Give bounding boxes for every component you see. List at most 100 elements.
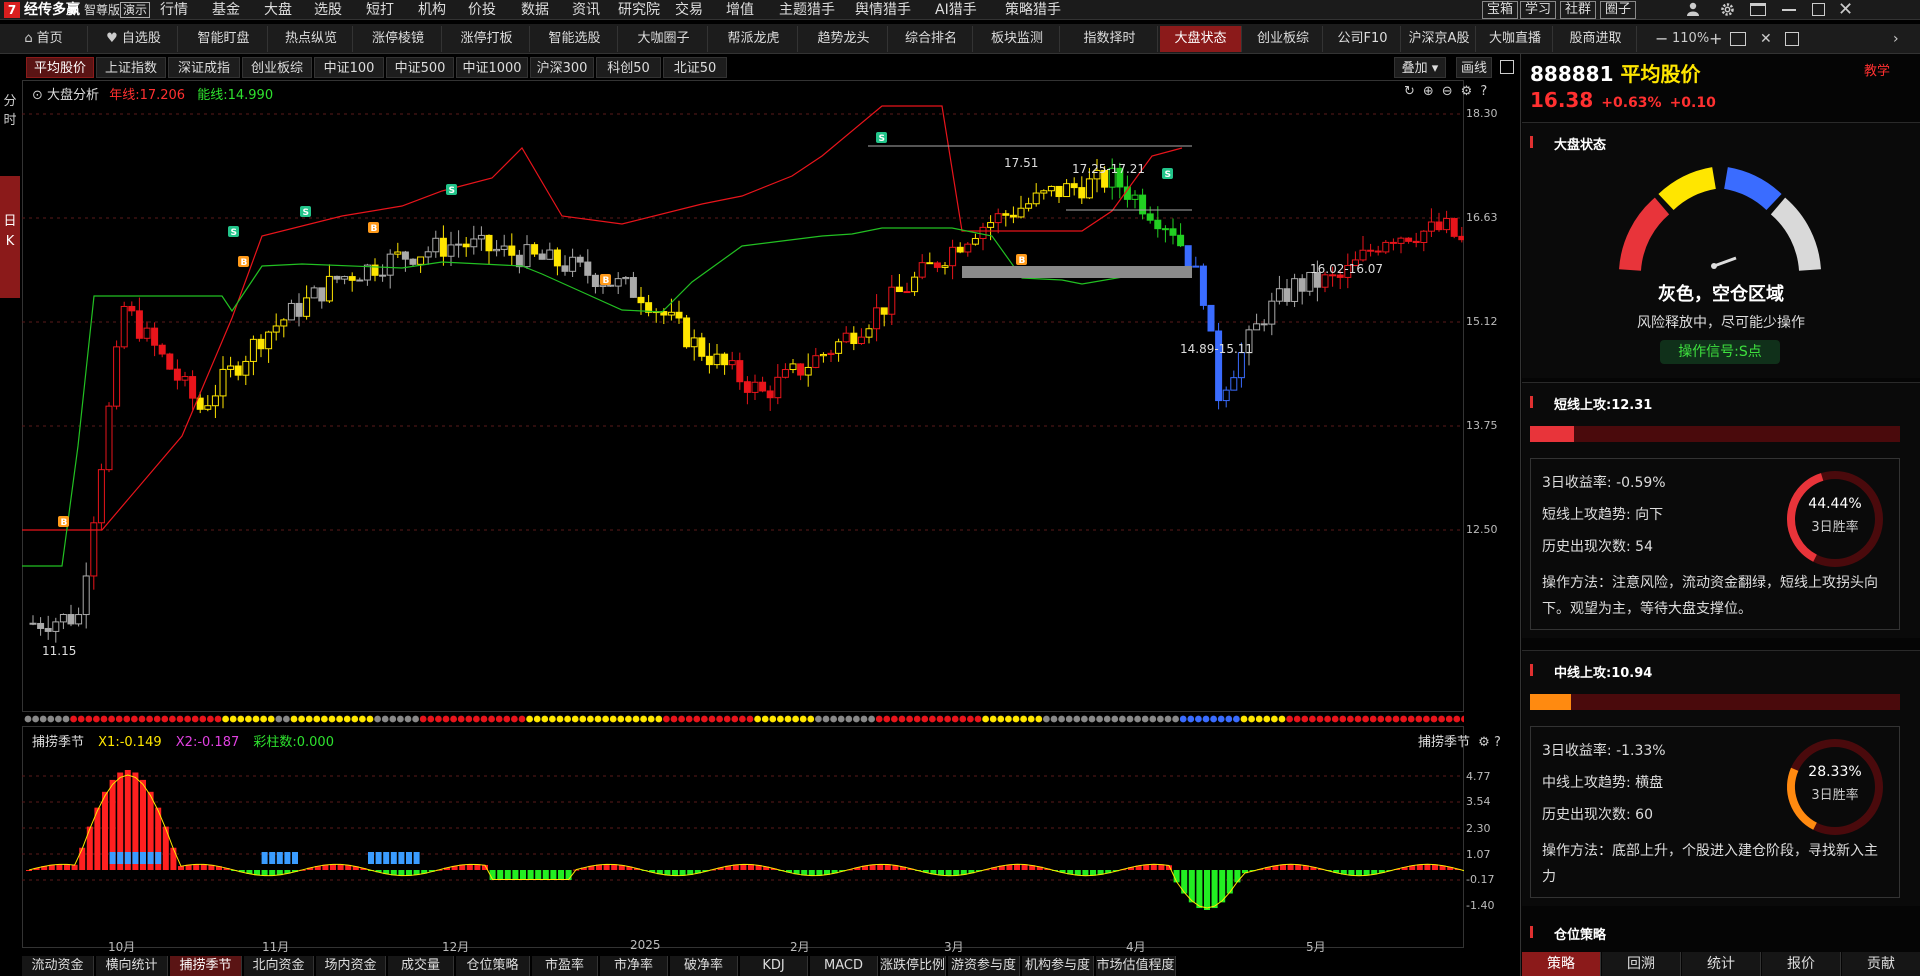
tab-item[interactable]: 智能盯盘 xyxy=(180,26,268,52)
menu-item[interactable]: 主题猎手 xyxy=(779,0,835,20)
fenshi-tab[interactable]: 分时 xyxy=(0,92,20,136)
menu-item[interactable]: 数据 xyxy=(521,0,549,20)
index-tab[interactable]: 科创50 xyxy=(596,57,661,78)
menu-item[interactable]: 选股 xyxy=(314,0,342,20)
indicator-tab[interactable]: 游资参与度 xyxy=(948,956,1020,976)
rik-tab[interactable]: 日K xyxy=(0,176,20,298)
tab-item[interactable]: 股商进取 xyxy=(1555,26,1637,52)
status-dot xyxy=(1369,715,1377,723)
candlestick xyxy=(1047,185,1055,197)
tab-item[interactable]: 大咖直播 xyxy=(1478,26,1553,52)
close-tab-icon[interactable]: ✕ xyxy=(1760,24,1772,54)
menu-item[interactable]: 基金 xyxy=(212,0,240,20)
indicator-tab[interactable]: 流动资金 xyxy=(22,956,94,976)
indicator-tab[interactable]: 破净率 xyxy=(670,956,738,976)
index-tab[interactable]: 北证50 xyxy=(663,57,727,78)
indicator-tab[interactable]: MACD xyxy=(810,956,878,976)
tab-item[interactable]: 创业板综 xyxy=(1244,26,1323,52)
minimize-icon[interactable] xyxy=(1782,9,1796,11)
tab-item[interactable]: 综合排名 xyxy=(890,26,973,52)
panel-tab[interactable]: 统计 xyxy=(1682,952,1761,976)
status-dot xyxy=(389,715,397,723)
menu-box-button[interactable]: 圈子 xyxy=(1600,1,1637,19)
panel-tab[interactable]: 策略 xyxy=(1522,952,1601,976)
tab-item[interactable]: 涨停打板 xyxy=(444,26,530,52)
index-tab[interactable]: 中证500 xyxy=(386,57,454,78)
panel-tab[interactable]: 回溯 xyxy=(1602,952,1681,976)
indicator-tab[interactable]: 北向资金 xyxy=(244,956,314,976)
menu-item[interactable]: 机构 xyxy=(418,0,446,20)
gear-icon[interactable] xyxy=(1720,2,1735,17)
menu-item[interactable]: 策略猎手 xyxy=(1005,0,1061,20)
tab-item[interactable]: 趋势龙头 xyxy=(800,26,888,52)
menu-box-button[interactable]: 学习 xyxy=(1520,1,1557,19)
overlay-dropdown[interactable]: 叠加 ▾ xyxy=(1394,57,1446,78)
zoom-in-icon[interactable]: + xyxy=(1709,24,1722,54)
indicator-tab[interactable]: 市盈率 xyxy=(532,956,598,976)
close-icon[interactable]: ✕ xyxy=(1838,0,1853,20)
user-icon[interactable] xyxy=(1686,2,1700,16)
tab-item[interactable]: 公司F10 xyxy=(1325,26,1401,52)
menu-item[interactable]: 大盘 xyxy=(264,0,292,20)
menu-item[interactable]: AI猎手 xyxy=(935,0,977,20)
maximize-icon[interactable] xyxy=(1812,3,1825,16)
menu-item[interactable]: 研究院 xyxy=(618,0,660,20)
menu-item[interactable]: 舆情猎手 xyxy=(855,0,911,20)
index-tab[interactable]: 平均股价 xyxy=(26,57,94,78)
indicator-tab[interactable]: 涨跌停比例 xyxy=(880,956,946,976)
teach-link[interactable]: 教学 xyxy=(1864,60,1890,79)
tab-item[interactable]: ⌂ 首页 xyxy=(0,26,88,52)
menu-item[interactable]: 行情 xyxy=(160,0,188,20)
indicator-tab[interactable]: 市场估值程度 xyxy=(1096,956,1176,976)
indicator-tab[interactable]: KDJ xyxy=(740,956,808,976)
indicator-tab[interactable]: 横向统计 xyxy=(96,956,168,976)
tab-item[interactable]: 板块监测 xyxy=(975,26,1060,52)
index-tab[interactable]: 深证成指 xyxy=(168,57,240,78)
index-tab[interactable]: 创业板综 xyxy=(242,57,312,78)
menu-item[interactable]: 短打 xyxy=(366,0,394,20)
indicator-tab[interactable]: 捕捞季节 xyxy=(170,956,242,976)
menu-item[interactable]: 增值 xyxy=(726,0,754,20)
indicator-tab[interactable]: 市净率 xyxy=(600,956,668,976)
histogram-bar xyxy=(1219,870,1226,903)
tab-list-icon[interactable] xyxy=(1785,32,1799,46)
menu-item[interactable]: 交易 xyxy=(675,0,703,20)
chart-layout-icon[interactable] xyxy=(1500,60,1514,74)
candlestick xyxy=(341,275,349,285)
indicator-help-icon[interactable]: ? xyxy=(1494,735,1501,750)
indicator-tab[interactable]: 仓位策略 xyxy=(456,956,530,976)
indicator-tab[interactable]: 机构参与度 xyxy=(1022,956,1094,976)
draw-line-button[interactable]: 画线 xyxy=(1456,57,1492,78)
indicator-tab[interactable]: 成交量 xyxy=(388,956,454,976)
menu-item[interactable]: 价投 xyxy=(468,0,496,20)
index-tab[interactable]: 中证1000 xyxy=(456,57,528,78)
menu-item[interactable]: 资讯 xyxy=(572,0,600,20)
layout-icon[interactable] xyxy=(1730,32,1746,46)
candlestick xyxy=(462,237,470,257)
tab-item[interactable]: 沪深京A股 xyxy=(1403,26,1476,52)
status-dot xyxy=(723,715,731,723)
index-tab[interactable]: 沪深300 xyxy=(530,57,594,78)
tab-item[interactable]: 涨停棱镜 xyxy=(355,26,442,52)
panel-tab[interactable]: 报价 xyxy=(1762,952,1841,976)
stock-price: 16.38 xyxy=(1530,88,1594,112)
menu-box-button[interactable]: 社群 xyxy=(1560,1,1597,19)
tab-item[interactable]: ♥ 自选股 xyxy=(90,26,178,52)
tab-item[interactable]: 大盘状态 xyxy=(1160,26,1242,52)
index-tab[interactable]: 上证指数 xyxy=(96,57,166,78)
zoom-out-icon[interactable]: − xyxy=(1655,24,1668,54)
demo-badge[interactable]: 演示 xyxy=(120,2,151,18)
menu-box-button[interactable]: 宝箱 xyxy=(1482,1,1519,19)
index-tab[interactable]: 中证100 xyxy=(314,57,384,78)
chevron-right-icon[interactable]: › xyxy=(1893,24,1899,54)
tab-item[interactable]: 热点纵览 xyxy=(270,26,353,52)
indicator-tab[interactable]: 场内资金 xyxy=(316,956,386,976)
tab-item[interactable]: 大咖圈子 xyxy=(620,26,708,52)
tab-item[interactable]: 智能选股 xyxy=(532,26,618,52)
panel-tab[interactable]: 贡献 xyxy=(1842,952,1920,976)
tab-item[interactable]: 帮派龙虎 xyxy=(710,26,798,52)
indicator-gear-icon[interactable]: ⚙ xyxy=(1478,735,1490,750)
window-icon[interactable] xyxy=(1750,3,1766,16)
candlestick xyxy=(827,349,835,362)
tab-item[interactable]: 指数择时 xyxy=(1062,26,1158,52)
